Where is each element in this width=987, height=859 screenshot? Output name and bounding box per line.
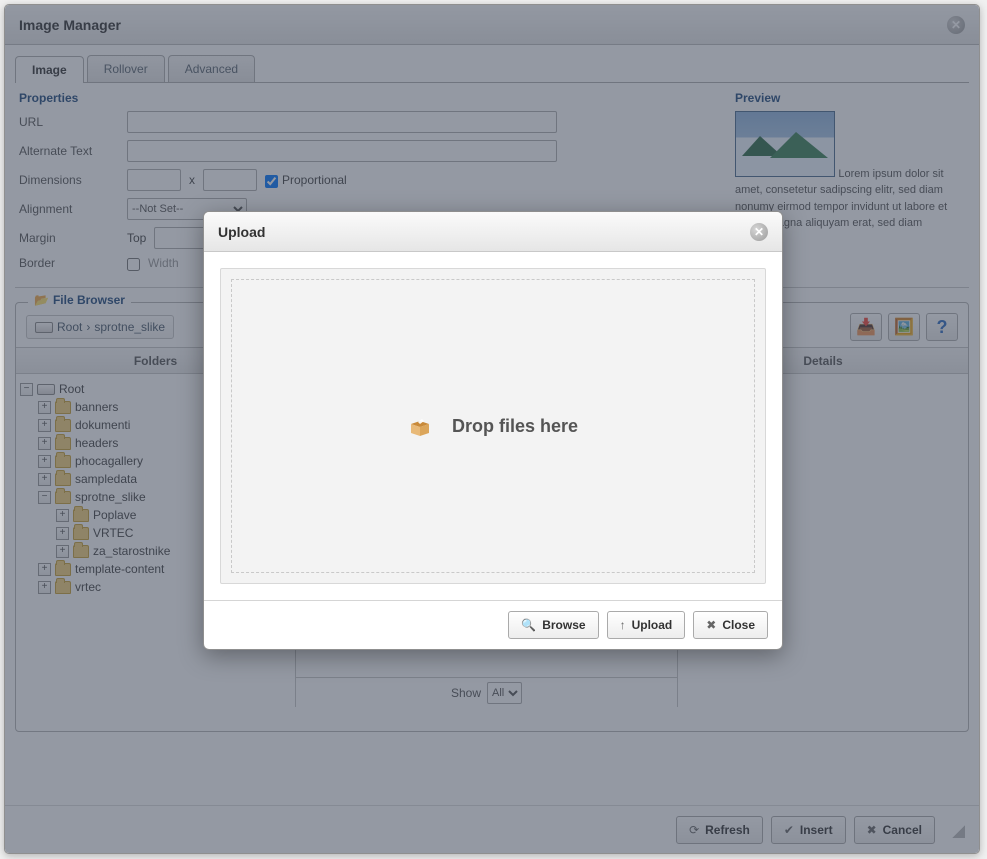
close-x-icon: ✖	[706, 618, 716, 632]
upload-footer: 🔍 Browse ↑ Upload ✖ Close	[204, 600, 782, 649]
upload-header: Upload ✕	[204, 212, 782, 252]
upload-label: Upload	[632, 618, 673, 632]
arrow-up-icon: ↑	[620, 618, 626, 632]
upload-title: Upload	[218, 212, 265, 252]
browse-label: Browse	[542, 618, 585, 632]
upload-button[interactable]: ↑ Upload	[607, 611, 686, 639]
search-icon: 🔍	[521, 618, 536, 632]
upload-close-icon[interactable]: ✕	[750, 223, 768, 241]
dropzone-text: Drop files here	[452, 416, 578, 437]
dropzone[interactable]: Drop files here	[220, 268, 766, 584]
upload-body: Drop files here	[204, 252, 782, 600]
browse-button[interactable]: 🔍 Browse	[508, 611, 598, 639]
box-open-icon	[408, 416, 432, 436]
close-label: Close	[722, 618, 755, 632]
upload-dialog: Upload ✕ Drop files here 🔍 Browse ↑ Uplo…	[203, 211, 783, 650]
close-button[interactable]: ✖ Close	[693, 611, 768, 639]
dropzone-inner: Drop files here	[231, 279, 755, 573]
image-manager-dialog: Image Manager ✕ Image Rollover Advanced …	[4, 4, 980, 854]
